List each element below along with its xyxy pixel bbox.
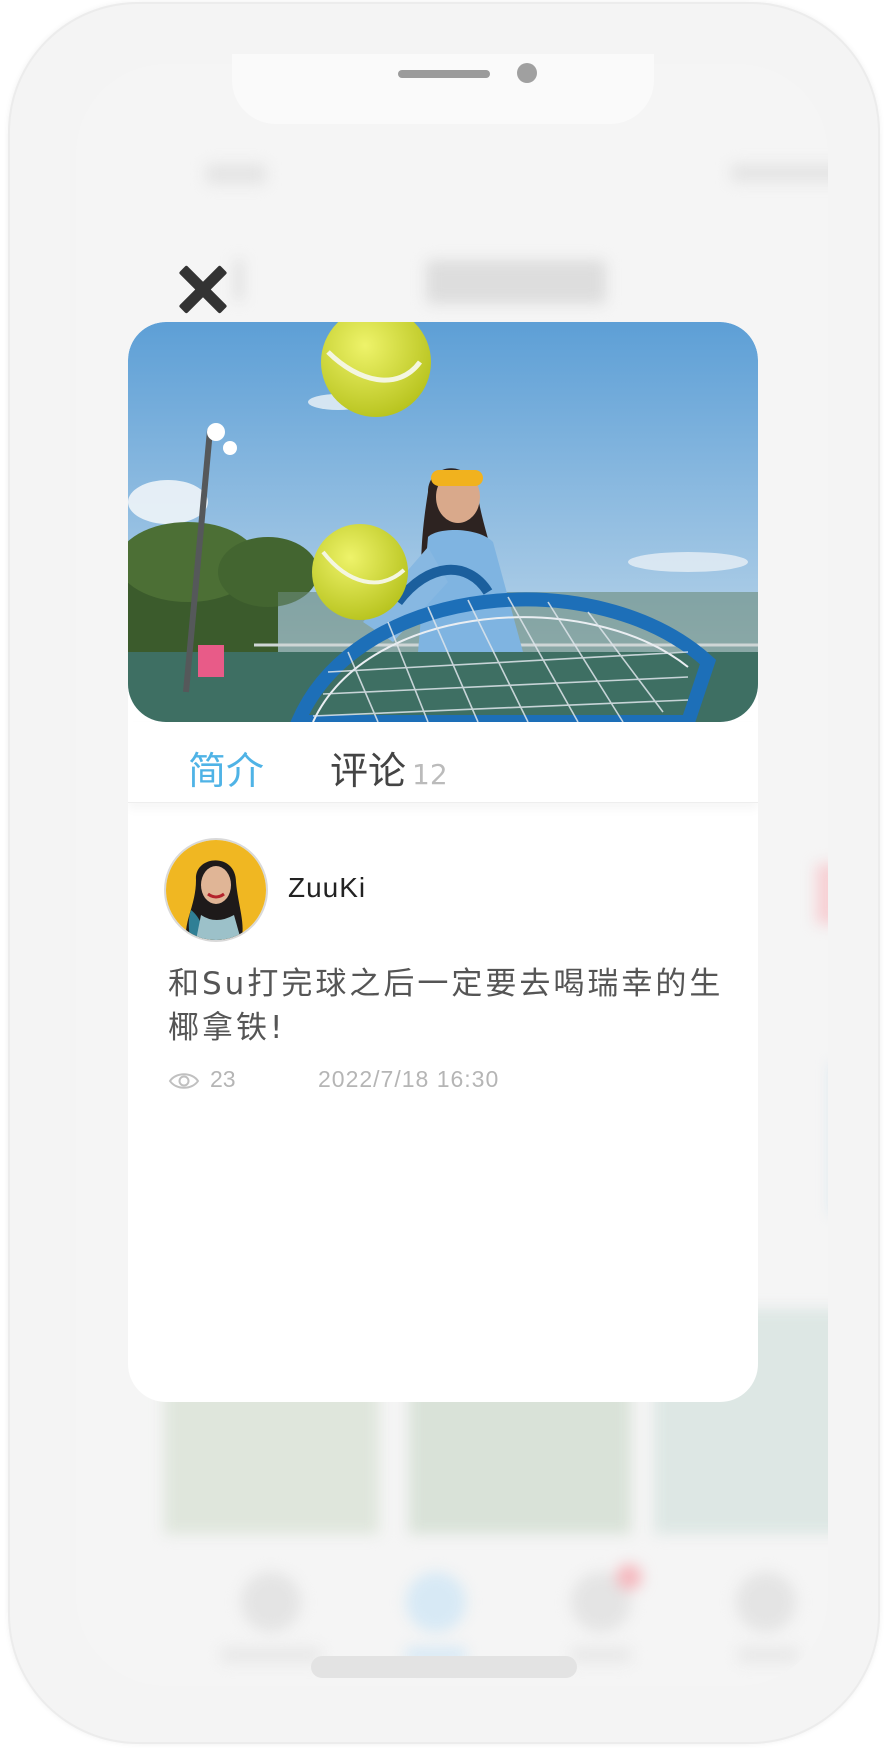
tab-bar-icon — [406, 1572, 466, 1632]
status-bar-time — [206, 164, 266, 184]
username[interactable]: ZuuKi — [288, 872, 366, 904]
tab-bar-label — [221, 1647, 321, 1663]
post-text: 和Su打完球之后一定要去喝瑞幸的生椰拿铁! — [168, 966, 724, 1046]
tab-bar-icon — [241, 1572, 301, 1632]
tab-intro-label: 简介 — [188, 749, 265, 793]
close-icon[interactable] — [176, 262, 230, 316]
tab-bar-label — [738, 1647, 798, 1663]
status-bar-icons — [731, 164, 828, 182]
notification-badge — [616, 1564, 642, 1590]
detail-tabs: 简介 评论 12 — [128, 722, 758, 803]
comment-count: 12 — [412, 758, 448, 791]
home-indicator[interactable] — [311, 1656, 577, 1678]
device-notch — [232, 54, 654, 124]
tab-comments-label: 评论 — [330, 749, 407, 793]
tab-comments[interactable]: 评论 12 — [330, 740, 448, 795]
post-timestamp: 2022/7/18 16:30 — [318, 1066, 500, 1092]
post-photo — [128, 322, 758, 722]
background-page-title — [426, 260, 606, 304]
back-chevron-icon — [236, 260, 268, 300]
tab-bar-label — [571, 1647, 631, 1663]
eye-icon — [168, 1073, 200, 1089]
background-card — [816, 864, 828, 924]
tab-bar-icon — [736, 1572, 796, 1632]
avatar[interactable] — [166, 840, 266, 940]
front-camera — [517, 63, 537, 83]
tab-intro[interactable]: 简介 — [188, 740, 264, 795]
speaker-grille — [398, 70, 490, 78]
post-detail-modal: 简介 评论 12 ZuuKi 和Su打完球之后一定要去喝瑞幸的生椰拿铁! 23 2… — [128, 322, 758, 1402]
view-count: 23 — [210, 1066, 236, 1092]
